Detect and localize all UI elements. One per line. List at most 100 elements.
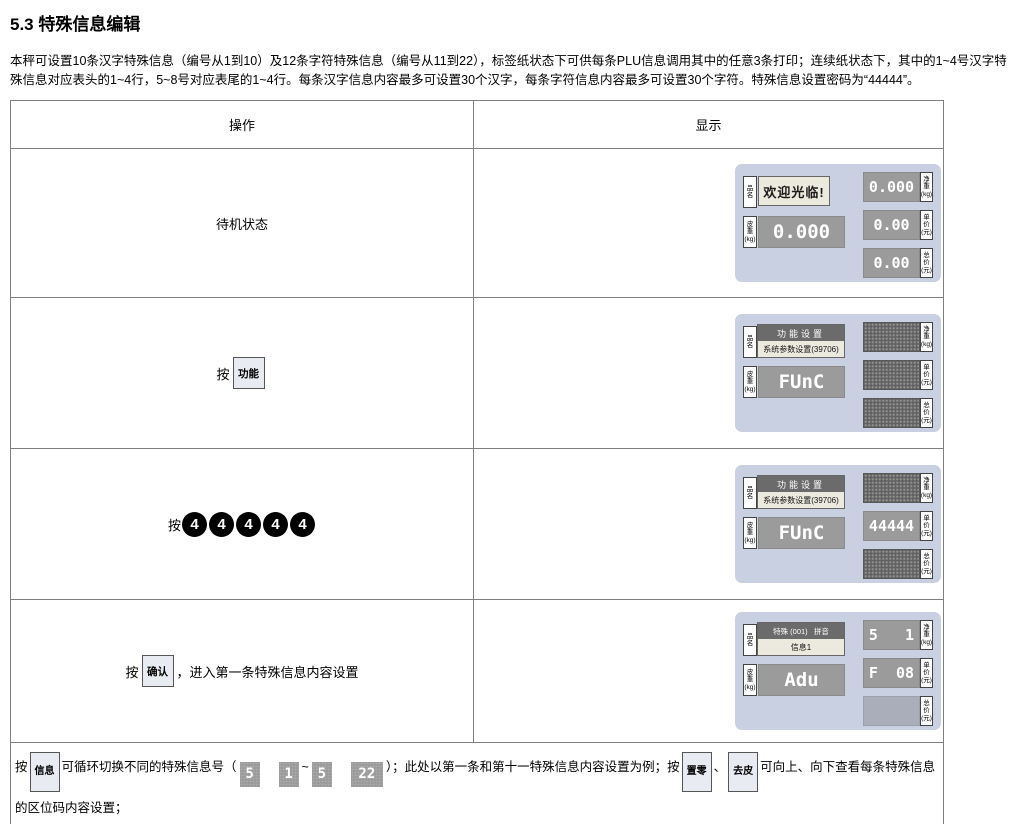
label-unit: (元) <box>921 568 932 576</box>
scale-display-panel: 品 名 功能设置 系统参数设置(39706) 皮 重 (kg) FUnC <box>735 465 941 583</box>
total-price-display-blank <box>863 398 920 428</box>
func-key-button[interactable]: 功能 <box>233 357 265 389</box>
label-unit: (kg) <box>921 492 932 500</box>
digit-4-key[interactable]: 4 <box>182 512 207 537</box>
unit-price-label: 单 价 (元) <box>920 511 933 541</box>
label-char: 品 <box>747 633 754 641</box>
net-weight-label: 净 重 (kg) <box>920 620 933 650</box>
operation-cell-func: 按 功能 <box>11 298 474 448</box>
name-lcd: 功能设置 系统参数设置(39706) <box>757 324 845 358</box>
table-row: 按 功能 品 名 功能设置 系统参数设置(39706) 皮 重 <box>11 297 943 448</box>
net-weight-display: 5 1 <box>863 620 920 650</box>
net-weight-label: 净 重 (kg) <box>920 473 933 503</box>
label-char: 重 <box>923 631 930 639</box>
name-lcd: 欢迎光临! <box>758 176 830 206</box>
col-header-operation: 操作 <box>11 101 474 148</box>
unit-price-display: F 08 <box>863 658 920 688</box>
table-row: 按 4 4 4 4 4 品 名 功能设置 系统参数设置(39706) <box>11 448 943 599</box>
label-char: 名 <box>747 493 754 501</box>
digit-4-key[interactable]: 4 <box>263 512 288 537</box>
total-price-display-blank <box>863 696 920 726</box>
label-char: 品 <box>747 486 754 494</box>
net-weight-display-blank <box>863 322 920 352</box>
label-char: 价 <box>923 669 930 677</box>
unit-price-display: 44444 <box>863 511 920 541</box>
label-unit: (元) <box>921 530 932 538</box>
tilde-text: ~ <box>302 760 309 774</box>
table-header-row: 操作 显示 <box>11 101 943 148</box>
tare-display: FUnC <box>758 366 845 398</box>
total-price-label: 总 价 (元) <box>920 696 933 726</box>
label-unit: (kg) <box>921 341 932 349</box>
label-char: 重 <box>923 183 930 191</box>
display-cell: 品 名 功能设置 系统参数设置(39706) 皮 重 (kg) FUnC <box>474 449 943 599</box>
press-text: 按 <box>216 364 229 383</box>
net-weight-display-blank <box>863 473 920 503</box>
digit-4-key[interactable]: 4 <box>236 512 261 537</box>
label-char: 价 <box>923 371 930 379</box>
total-price-display-blank <box>863 549 920 579</box>
label-char: 品 <box>747 335 754 343</box>
unit-price-display: 0.00 <box>863 210 920 240</box>
segment-tile-s: 5 <box>240 762 260 787</box>
operation-cell-standby: 待机状态 <box>11 149 474 297</box>
label-unit: (元) <box>921 715 932 723</box>
info-key-button[interactable]: 信息 <box>30 752 60 792</box>
confirm-key-button[interactable]: 确认 <box>142 655 174 687</box>
tare-label: 皮 重 (kg) <box>743 216 757 248</box>
lcd-line2: 系统参数设置(39706) <box>758 492 844 508</box>
display-cell: 品 名 功能设置 系统参数设置(39706) 皮 重 (kg) FUnC <box>474 298 943 448</box>
note-row: 按信息可循环切换不同的特殊信息号（51~522）；此处以第一条和第十一特殊信息内… <box>11 742 943 824</box>
operation-display-table: 操作 显示 待机状态 品 名 欢迎光临! 皮 重 (kg) <box>10 100 944 824</box>
label-unit: (kg) <box>744 684 755 692</box>
label-char: 重 <box>747 228 754 236</box>
tare-display: FUnC <box>758 517 845 549</box>
tare-label: 皮 重 (kg) <box>743 517 757 549</box>
name-label: 品 名 <box>743 326 757 358</box>
operation-suffix-text: ，进入第一条特殊信息内容设置 <box>177 662 359 681</box>
press-text: 按 <box>15 760 28 774</box>
scale-display-panel: 品 名 欢迎光临! 皮 重 (kg) 0.000 0.000 净 重 (kg) <box>735 164 941 282</box>
digit-4-key[interactable]: 4 <box>290 512 315 537</box>
label-char: 价 <box>923 707 930 715</box>
unit-price-display-blank <box>863 360 920 390</box>
operation-cell-44444: 按 4 4 4 4 4 <box>11 449 474 599</box>
label-unit: (kg) <box>921 639 932 647</box>
label-char: 品 <box>747 185 754 193</box>
manual-page: 5.3 特殊信息编辑 本秤可设置10条汉字特殊信息（编号从1到10）及12条字符… <box>0 0 1014 824</box>
note-text: 可循环切换不同的特殊信息号（ <box>62 760 237 774</box>
scale-display-panel: 品 名 特殊 (001) 拼音 信息1 皮 重 (kg) Adu 5 1 <box>735 612 941 730</box>
label-unit: (元) <box>921 417 932 425</box>
zero-key-button[interactable]: 置零 <box>682 752 712 792</box>
label-char: 重 <box>747 676 754 684</box>
net-weight-label: 净 重 (kg) <box>920 322 933 352</box>
tare-display: Adu <box>758 664 845 696</box>
table-row: 待机状态 品 名 欢迎光临! 皮 重 (kg) 0.000 0.000 <box>11 148 943 297</box>
segment-tile-1: 1 <box>279 762 299 787</box>
unit-price-label: 单 价 (元) <box>920 210 933 240</box>
label-char: 价 <box>923 409 930 417</box>
total-price-display: 0.00 <box>863 248 920 278</box>
label-unit: (元) <box>921 379 932 387</box>
label-unit: (元) <box>921 677 932 685</box>
display-cell: 品 名 欢迎光临! 皮 重 (kg) 0.000 0.000 净 重 (kg) <box>474 149 943 297</box>
tare-display: 0.000 <box>758 216 845 248</box>
label-unit: (kg) <box>744 537 755 545</box>
digit-4-key[interactable]: 4 <box>209 512 234 537</box>
lcd-line1: 功能设置 <box>758 476 844 492</box>
comma-text: 、 <box>714 760 727 774</box>
total-price-label: 总 价 (元) <box>920 248 933 278</box>
unit-price-label: 单 价 (元) <box>920 658 933 688</box>
name-lcd: 特殊 (001) 拼音 信息1 <box>757 622 845 656</box>
tare-label: 皮 重 (kg) <box>743 366 757 398</box>
section-title: 5.3 特殊信息编辑 <box>10 10 1014 35</box>
name-label: 品 名 <box>743 624 757 656</box>
lcd-line1: 功能设置 <box>758 325 844 341</box>
label-char: 价 <box>923 259 930 267</box>
lcd-line2: 系统参数设置(39706) <box>758 341 844 357</box>
tare-key-button[interactable]: 去皮 <box>728 752 758 792</box>
label-char: 重 <box>923 333 930 341</box>
net-weight-display: 0.000 <box>863 172 920 202</box>
table-row: 按 确认 ，进入第一条特殊信息内容设置 品 名 特殊 (001) 拼音 信息1 … <box>11 599 943 742</box>
press-text: 按 <box>168 515 181 534</box>
